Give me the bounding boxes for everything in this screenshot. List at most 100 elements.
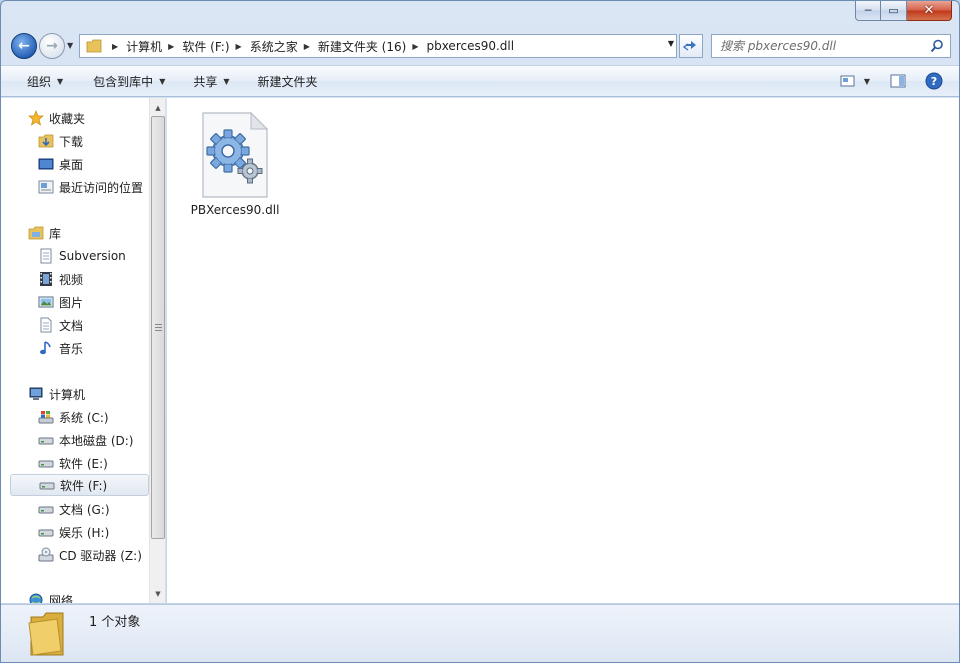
breadcrumb-separator[interactable]: ▶ [236, 42, 242, 51]
scroll-up-icon[interactable]: ▲ [150, 99, 165, 116]
address-bar[interactable]: ▶ 计算机 ▶ 软件 (F:) ▶ 系统之家 ▶ 新建文件夹 (16) ▶ pb… [79, 34, 677, 58]
search-input[interactable] [720, 39, 920, 53]
sidebar-item-label: 本地磁盘 (D:) [59, 433, 134, 448]
address-row: ← → ▼ ▶ 计算机 ▶ 软件 (F:) ▶ 系统之家 ▶ 新建文件夹 (16… [1, 29, 959, 63]
sidebar-item-recent-places[interactable]: 最近访问的位置 [1, 176, 149, 198]
breadcrumb-separator[interactable]: ▶ [304, 42, 310, 51]
file-item[interactable]: PBXerces90.dll [189, 108, 281, 220]
sidebar-network[interactable]: 网络 [1, 589, 149, 603]
folder-icon [86, 39, 102, 53]
sidebar-item-drive-h[interactable]: 娱乐 (H:) [1, 521, 149, 543]
close-icon: ✕ [923, 3, 935, 18]
sidebar-item-label: 系统 (C:) [59, 410, 109, 425]
hard-drive-icon [38, 477, 56, 493]
breadcrumb-xitongzhijia[interactable]: 系统之家 [250, 38, 298, 55]
sidebar-item-pictures[interactable]: 图片 [1, 291, 149, 313]
explorer-window: ─ ▭ ✕ ← → ▼ ▶ 计算机 ▶ 软件 (F:) ▶ 系统之家 ▶ 新建文 [0, 0, 960, 663]
close-button[interactable]: ✕ [907, 1, 952, 21]
breadcrumb-current[interactable]: pbxerces90.dll [426, 39, 514, 53]
sidebar-item-label: 文档 (G:) [59, 502, 110, 517]
nav-pane-scrollbar[interactable]: ▲ ▼ [149, 98, 165, 603]
sidebar-favorites-label: 收藏夹 [49, 111, 86, 126]
sidebar-item-drive-d[interactable]: 本地磁盘 (D:) [1, 429, 149, 451]
new-folder-button[interactable]: 新建文件夹 [246, 69, 330, 93]
recent-pages-dropdown[interactable]: ▼ [67, 41, 77, 51]
help-icon: ? [925, 72, 943, 90]
organize-button[interactable]: 组织 ▼ [15, 69, 75, 93]
command-bar: 组织 ▼ 包含到库中 ▼ 共享 ▼ 新建文件夹 ▼ ? [1, 65, 959, 97]
svg-text:?: ? [931, 75, 937, 88]
computer-icon [27, 386, 45, 402]
share-label: 共享 [193, 74, 218, 89]
maximize-button[interactable]: ▭ [881, 1, 907, 21]
sidebar-libraries[interactable]: 库 [1, 222, 149, 244]
hard-drive-icon [37, 455, 55, 471]
hard-drive-icon [37, 432, 55, 448]
sidebar-item-drive-g[interactable]: 文档 (G:) [1, 498, 149, 520]
sidebar-computer[interactable]: 计算机 [1, 383, 149, 405]
search-icon[interactable] [930, 39, 944, 53]
breadcrumb-new-folder-16[interactable]: 新建文件夹 (16) [318, 38, 406, 55]
cd-drive-icon [37, 547, 55, 563]
back-button[interactable]: ← [11, 33, 37, 59]
breadcrumb-drive-f[interactable]: 软件 (F:) [182, 38, 229, 55]
minimize-button[interactable]: ─ [855, 1, 881, 21]
chevron-down-icon: ▼ [863, 76, 871, 86]
sidebar-item-desktop[interactable]: 桌面 [1, 153, 149, 175]
caption-buttons: ─ ▭ ✕ [855, 1, 952, 21]
preview-pane-button[interactable] [887, 70, 909, 92]
chevron-down-icon: ▼ [57, 76, 64, 86]
scroll-thumb[interactable] [151, 116, 165, 539]
maximize-icon: ▭ [888, 4, 899, 17]
sidebar-item-subversion[interactable]: Subversion [1, 245, 149, 267]
share-button[interactable]: 共享 ▼ [181, 69, 241, 93]
sidebar-item-documents[interactable]: 文档 [1, 314, 149, 336]
hard-drive-icon [37, 501, 55, 517]
sidebar-item-downloads[interactable]: 下载 [1, 130, 149, 152]
chevron-down-icon: ▼ [159, 76, 166, 86]
search-box[interactable] [711, 34, 951, 58]
sidebar-item-drive-z[interactable]: CD 驱动器 (Z:) [1, 544, 149, 566]
sidebar-item-label: 视频 [59, 272, 84, 287]
sidebar-item-drive-f[interactable]: 软件 (F:) [10, 474, 149, 496]
refresh-button[interactable] [679, 34, 703, 58]
sidebar-item-drive-c[interactable]: 系统 (C:) [1, 406, 149, 428]
sidebar-favorites[interactable]: 收藏夹 [1, 107, 149, 129]
item-count: 1 个对象 [89, 615, 141, 630]
folder-icon [28, 612, 64, 656]
forward-button[interactable]: → [39, 33, 65, 59]
sidebar-item-videos[interactable]: 视频 [1, 268, 149, 290]
file-list[interactable]: PBXerces90.dll [167, 98, 959, 603]
new-folder-label: 新建文件夹 [257, 74, 318, 89]
sidebar-item-label: 桌面 [59, 157, 84, 172]
network-icon [27, 592, 45, 603]
sidebar-item-music[interactable]: 音乐 [1, 337, 149, 359]
breadcrumb-separator[interactable]: ▶ [168, 42, 174, 51]
address-history-dropdown[interactable]: ▼ [668, 39, 674, 48]
windows-drive-icon [37, 409, 55, 425]
view-options-button[interactable]: ▼ [837, 70, 873, 92]
sidebar-item-label: 音乐 [59, 341, 84, 356]
arrow-right-icon: → [46, 38, 58, 54]
music-note-icon [37, 340, 55, 356]
star-icon [27, 110, 45, 126]
library-icon [27, 225, 45, 241]
download-folder-icon [37, 133, 55, 149]
help-button[interactable]: ? [923, 70, 945, 92]
arrow-left-icon: ← [18, 38, 30, 54]
include-in-library-button[interactable]: 包含到库中 ▼ [81, 69, 177, 93]
breadcrumb-computer[interactable]: 计算机 [126, 38, 162, 55]
scroll-down-icon[interactable]: ▼ [150, 585, 165, 602]
sidebar-item-label: 图片 [59, 295, 84, 310]
refresh-icon [683, 41, 696, 51]
sidebar-item-label: 娱乐 (H:) [59, 525, 110, 540]
breadcrumb-separator[interactable]: ▶ [412, 42, 418, 51]
recent-places-icon [37, 179, 55, 195]
organize-label: 组织 [27, 74, 52, 89]
sidebar-item-drive-e[interactable]: 软件 (E:) [1, 452, 149, 474]
navigation-pane: 收藏夹 下载 桌面 最近访问的位置 库 Subversion 视频 图片 文档 … [1, 98, 166, 603]
dll-gear-icon [202, 111, 269, 198]
hard-drive-icon [37, 524, 55, 540]
document-icon [37, 317, 55, 333]
breadcrumb-separator[interactable]: ▶ [112, 42, 118, 51]
